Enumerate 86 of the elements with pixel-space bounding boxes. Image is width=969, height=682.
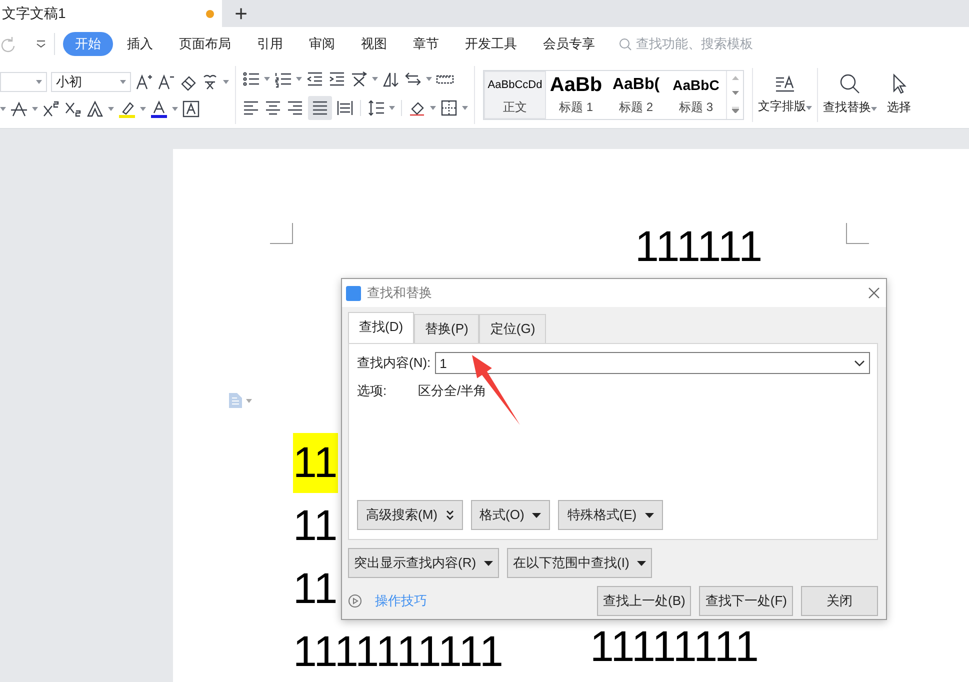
dialog-button[interactable]: 突出显示查找内容(R) [348, 548, 500, 578]
customize-caret-icon[interactable] [36, 40, 46, 48]
style-sample: AaBb [550, 73, 602, 97]
shrink-font-icon[interactable] [157, 72, 175, 90]
style-label: 标题 1 [558, 99, 593, 116]
text-effect-icon[interactable] [86, 100, 104, 118]
menu-tab[interactable]: 章节 [401, 32, 451, 56]
menu-tab[interactable]: 会员专享 [531, 32, 607, 56]
dialog-button[interactable]: 关闭 [801, 586, 878, 616]
character-border-icon[interactable] [182, 100, 200, 118]
phonetic-guide-icon[interactable] [201, 72, 219, 90]
justify-icon[interactable] [308, 96, 332, 120]
superscript-icon[interactable] [42, 100, 60, 118]
style-label: 标题 3 [678, 99, 713, 116]
highlighter-icon[interactable] [118, 100, 136, 118]
options-label: 选项: [357, 382, 388, 400]
app-logo-icon [346, 286, 361, 300]
document-text: 11 [293, 501, 338, 552]
document-text: 11 [293, 433, 338, 493]
dialog-tab[interactable]: 查找(D) [348, 312, 414, 343]
caret-icon[interactable] [637, 560, 646, 566]
find-label: 查找内容(N): [357, 354, 431, 372]
document-text: 111111 [635, 222, 763, 273]
search-icon[interactable] [839, 73, 861, 95]
ribbon-button[interactable]: 选择 [882, 73, 916, 116]
menu-tab[interactable]: 页面布局 [167, 32, 243, 56]
ribbon-button[interactable]: 查找替换 [818, 73, 882, 116]
style-item[interactable]: AaBb 标题 1 [546, 70, 606, 118]
caret-icon[interactable] [532, 512, 542, 518]
document-text: 11111111 [590, 622, 759, 673]
dialog-tab[interactable]: 替换(P) [414, 314, 480, 343]
style-label: 正文 [503, 99, 527, 116]
decrease-indent-icon[interactable] [306, 70, 324, 88]
style-item[interactable]: AaBb( 标题 2 [606, 70, 666, 118]
dialog-button[interactable]: 在以下范围中查找(I) [507, 548, 652, 578]
dialog-button[interactable]: 高级搜索(M) [357, 500, 462, 530]
new-tab-button[interactable]: + [222, 0, 260, 27]
close-icon[interactable] [868, 287, 880, 299]
line-spacing-icon[interactable] [367, 98, 385, 116]
document-text: 11 [293, 564, 338, 615]
style-label: 标题 2 [618, 99, 653, 116]
dialog-button[interactable]: 查找上一处(B) [597, 586, 692, 616]
increase-indent-icon[interactable] [328, 70, 346, 88]
menu-tab[interactable]: 视图 [349, 32, 399, 56]
borders-icon[interactable] [440, 98, 458, 116]
expand-icon[interactable] [446, 510, 454, 520]
style-item[interactable]: AaBbCcDd 正文 [484, 70, 546, 118]
style-sample: AaBbCcDd [488, 78, 542, 93]
caret-icon[interactable] [644, 512, 654, 518]
style-sample: AaBbC [672, 76, 720, 95]
document-tab[interactable]: 文字文稿1 [0, 0, 222, 27]
strikethrough-icon[interactable] [10, 100, 28, 118]
dialog-button[interactable]: 格式(O) [470, 500, 550, 530]
more-styles-icon[interactable] [732, 106, 738, 113]
dialog-button[interactable]: 查找下一处(F) [699, 586, 793, 616]
tab-title: 文字文稿1 [2, 4, 66, 22]
grow-font-icon[interactable] [135, 72, 153, 90]
align-center-icon[interactable] [264, 98, 282, 116]
text-direction-icon[interactable] [350, 70, 368, 88]
document-text: 1111111111 [293, 627, 504, 678]
dialog-tab[interactable]: 定位(G) [479, 314, 546, 343]
dialog-title: 查找和替换 [367, 284, 433, 302]
corner-mark [270, 223, 293, 244]
align-right-icon[interactable] [286, 98, 304, 116]
options-value: 区分全/半角 [418, 382, 487, 400]
menu-tab[interactable]: 审阅 [297, 32, 347, 56]
bullet-list-icon[interactable] [242, 70, 260, 88]
style-item[interactable]: AaBbC 标题 3 [666, 70, 726, 118]
font-size-dropdown[interactable]: 小初 [51, 72, 131, 92]
align-left-icon[interactable] [242, 98, 260, 116]
menu-tab[interactable]: 插入 [115, 32, 165, 56]
menu-tab[interactable]: 引用 [245, 32, 295, 56]
menu-tab[interactable]: 开发工具 [453, 32, 529, 56]
corner-mark [846, 223, 869, 244]
caret-icon[interactable] [484, 560, 494, 566]
play-circle-icon[interactable] [348, 594, 362, 608]
line-break-icon[interactable] [404, 70, 422, 88]
chevron-down-icon[interactable] [854, 360, 865, 366]
dialog-button[interactable]: 特殊格式(E) [558, 500, 663, 530]
scroll-down-icon[interactable] [732, 91, 738, 96]
text-layout-icon[interactable] [773, 74, 797, 94]
style-sample: AaBb( [612, 75, 660, 95]
find-input-field[interactable]: 1 [434, 352, 870, 374]
distribute-icon[interactable] [336, 98, 354, 116]
ribbon-button[interactable]: 文字排版 [753, 74, 817, 115]
font-color-icon[interactable] [150, 100, 168, 118]
